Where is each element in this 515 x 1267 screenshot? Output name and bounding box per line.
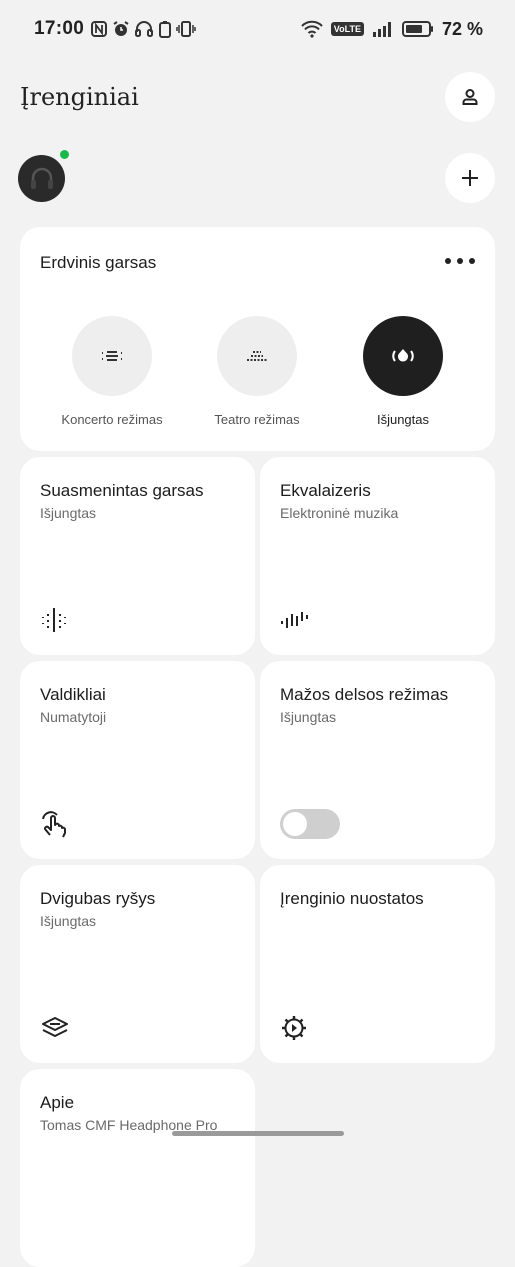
device-settings-tile[interactable]: Įrenginio nuostatos	[260, 865, 495, 1063]
personal-sound-title: Suasmenintas garsas	[40, 481, 204, 500]
about-tile[interactable]: Apie Tomas CMF Headphone Pro	[20, 1069, 255, 1267]
person-icon	[462, 89, 478, 105]
online-indicator	[60, 150, 69, 159]
page-title: Įrenginiai	[20, 83, 139, 111]
dual-connection-icon	[40, 1013, 70, 1043]
concert-mode-button[interactable]	[72, 316, 152, 396]
wifi-icon	[301, 20, 323, 38]
controls-tile[interactable]: Valdikliai Numatytoji	[20, 661, 255, 859]
gear-icon	[280, 1013, 310, 1043]
alarm-icon	[113, 21, 129, 36]
personal-sound-tile[interactable]: Suasmenintas garsas Išjungtas	[20, 457, 255, 655]
profile-button[interactable]	[445, 72, 495, 122]
status-icons-left	[90, 20, 196, 38]
dual-connection-title: Dvigubas ryšys	[40, 889, 156, 908]
theater-mode-button[interactable]	[217, 316, 297, 396]
equalizer-tile[interactable]: Ekvalaizeris Elektroninė muzika	[260, 457, 495, 655]
home-indicator[interactable]	[172, 1131, 344, 1136]
headphones-device-icon	[30, 167, 53, 189]
controls-status: Numatytoji	[40, 709, 107, 725]
concert-mode-label: Koncerto režimas	[61, 412, 163, 427]
toggle-knob	[283, 812, 307, 836]
equalizer-preset: Elektroninė muzika	[280, 505, 399, 521]
low-latency-status: Išjungtas	[280, 709, 337, 725]
equalizer-title: Ekvalaizeris	[280, 481, 371, 500]
battery-device-icon	[159, 21, 172, 38]
low-latency-tile[interactable]: Mažos delsos režimas Išjungtas	[260, 661, 495, 859]
header: Įrenginiai	[20, 72, 495, 122]
dual-connection-tile[interactable]: Dvigubas ryšys Išjungtas	[20, 865, 255, 1063]
personal-sound-status: Išjungtas	[40, 505, 97, 521]
signal-icon	[372, 22, 391, 37]
personal-sound-icon	[40, 605, 70, 635]
dual-connection-status: Išjungtas	[40, 913, 97, 929]
nfc-icon	[91, 21, 108, 37]
spatial-off-icon	[392, 349, 414, 362]
spatial-off-option[interactable]: Išjungtas	[338, 316, 468, 427]
status-right: VoLTE 72 %	[301, 19, 483, 40]
theater-mode-option[interactable]: Teatro režimas	[192, 316, 322, 427]
spatial-audio-title: Erdvinis garsas	[40, 253, 157, 272]
volte-badge: VoLTE	[330, 22, 364, 36]
spatial-off-label: Išjungtas	[376, 412, 430, 427]
device-row	[18, 150, 495, 203]
status-bar: 17:00 VoLTE 72 %	[0, 0, 515, 58]
battery-icon	[401, 21, 433, 37]
more-dots-icon	[445, 258, 451, 264]
equalizer-icon	[280, 605, 310, 635]
status-left: 17:00	[34, 18, 196, 40]
add-device-button[interactable]	[445, 153, 495, 203]
headphones-icon	[135, 21, 154, 37]
theater-mode-label: Teatro režimas	[214, 412, 300, 427]
low-latency-toggle[interactable]	[280, 809, 340, 839]
plus-icon	[462, 170, 478, 186]
low-latency-title: Mažos delsos režimas	[280, 685, 449, 704]
device-settings-title: Įrenginio nuostatos	[280, 889, 424, 908]
concert-mode-option[interactable]: Koncerto režimas	[47, 316, 177, 427]
about-title: Apie	[40, 1093, 75, 1112]
theater-mode-icon	[247, 351, 267, 361]
battery-percent: 72 %	[441, 18, 483, 39]
more-options-button[interactable]	[445, 251, 475, 271]
status-time: 17:00	[34, 18, 85, 39]
spatial-audio-card: Erdvinis garsas Koncerto režimas Teatro …	[20, 227, 495, 451]
concert-mode-icon	[102, 351, 122, 361]
device-avatar[interactable]	[18, 155, 65, 202]
touch-gesture-icon	[40, 809, 70, 839]
spatial-off-button[interactable]	[363, 316, 443, 396]
vibrate-icon	[176, 21, 196, 37]
controls-title: Valdikliai	[40, 685, 106, 704]
